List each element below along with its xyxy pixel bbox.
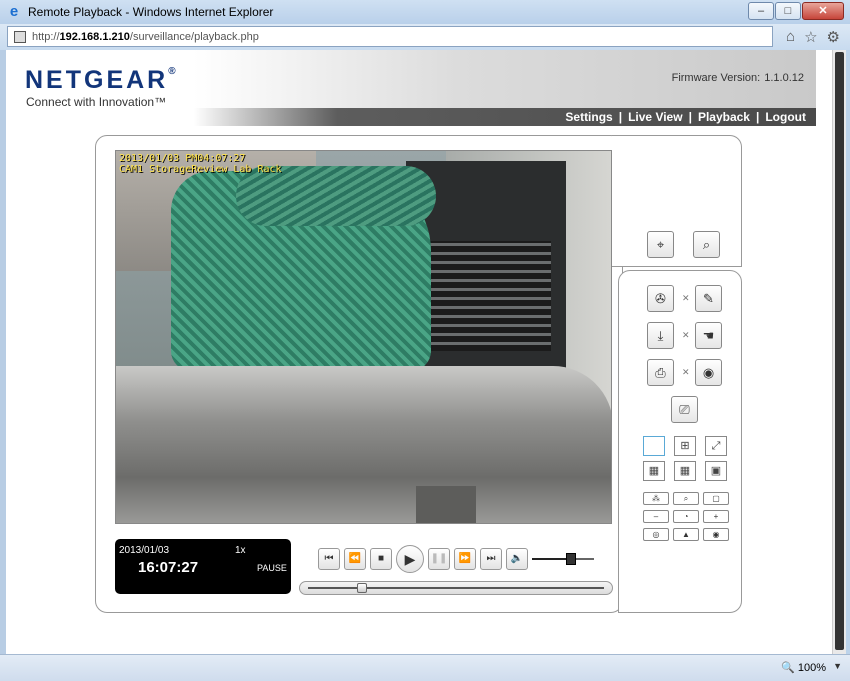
nav-live-view[interactable]: Live View <box>628 110 682 124</box>
playback-controls: ⏮ ⏪ ■ ▶ ❚❚ ⏩ ⏭ 🔈 <box>318 545 528 573</box>
url-path: /surveillance/playback.php <box>129 30 259 43</box>
disc-icon[interactable]: ◉ <box>695 359 722 386</box>
home-icon[interactable]: ⌂ <box>786 28 795 46</box>
focus-far-icon[interactable]: ◉ <box>703 528 729 541</box>
page-content: NETGEAR® Connect with Innovation™ Firmwa… <box>6 50 832 654</box>
download-icon[interactable]: ⤓ <box>647 322 674 349</box>
nav-playback[interactable]: Playback <box>698 110 750 124</box>
side-panel-bottom: ✇ ✕ ✎ ⤓ ✕ ☚ ⎙ ✕ ◉ ⎚ ⊞ ⤢ ▦ ▦ ▣ ⁂ ⌕ ▢ – ◔ … <box>618 270 742 613</box>
plus-icon[interactable]: + <box>703 510 729 523</box>
playback-status: 2013/01/03 1x 16:07:27 PAUSE <box>115 539 291 594</box>
tools-gear-icon[interactable]: ⚙ <box>827 28 840 46</box>
nav-separator: | <box>618 110 623 124</box>
zoom-level[interactable]: 🔍 100% <box>781 661 826 674</box>
volume-speaker-icon[interactable]: 🔈 <box>506 548 528 570</box>
netgear-logo: NETGEAR® <box>25 66 179 95</box>
pause-button[interactable]: ❚❚ <box>428 548 450 570</box>
video-post <box>416 486 476 523</box>
zoom-in-icon[interactable]: ⌕ <box>673 492 699 505</box>
layout-nine-button[interactable]: ▦ <box>643 461 665 481</box>
people-icon[interactable]: ⁂ <box>643 492 669 505</box>
x-mark-icon: ✕ <box>682 330 690 340</box>
status-speed: 1x <box>235 545 246 556</box>
chevron-down-icon[interactable]: ▼ <box>833 661 842 671</box>
status-state: PAUSE <box>257 563 287 573</box>
speed-gauge-icon[interactable]: ◔ <box>673 510 699 523</box>
layout-quad-button[interactable]: ⊞ <box>674 436 696 456</box>
video-frame[interactable]: 2013/01/03 PM04:07:27 CAM1 StorageReview… <box>115 150 612 524</box>
binoculars-icon[interactable]: ⌖ <box>647 231 674 258</box>
favorites-star-icon[interactable]: ☆ <box>804 28 817 46</box>
video-person-arm <box>236 166 436 226</box>
minimize-button[interactable]: – <box>748 2 774 20</box>
wrench-icon[interactable]: ✎ <box>695 285 722 312</box>
side-panel-top: ⌖ ⌕ <box>612 135 742 267</box>
video-foreground-rail <box>116 366 611 523</box>
nav-logout[interactable]: Logout <box>765 110 806 124</box>
focus-near-icon[interactable]: ◎ <box>643 528 669 541</box>
fullscreen-button[interactable]: ⤢ <box>705 436 727 456</box>
firmware-value: 1.1.0.12 <box>764 72 804 84</box>
osd-timestamp: 2013/01/03 PM04:07:27 <box>119 153 246 164</box>
minus-icon[interactable]: – <box>643 510 669 523</box>
x-mark-icon: ✕ <box>682 293 690 303</box>
page-icon <box>14 30 26 43</box>
player-panel: 2013/01/03 PM04:07:27 CAM1 StorageReview… <box>95 135 623 613</box>
last-frame-button[interactable]: ⏭ <box>480 548 502 570</box>
nav-separator: | <box>688 110 692 124</box>
home-position-icon[interactable]: ▲ <box>673 528 699 541</box>
firmware-version: Firmware Version: 1.1.0.12 <box>668 72 804 84</box>
snapshot-icon[interactable]: ▢ <box>703 492 729 505</box>
video-osd: 2013/01/03 PM04:07:27 CAM1 StorageReview… <box>119 153 282 175</box>
url-host: 192.168.1.210 <box>59 30 130 43</box>
first-frame-button[interactable]: ⏮ <box>318 548 340 570</box>
seek-bar[interactable] <box>299 581 613 595</box>
step-forward-button[interactable]: ⏩ <box>454 548 476 570</box>
window-title: Remote Playback - Windows Internet Explo… <box>28 5 274 19</box>
internet-explorer-icon: e <box>9 3 19 20</box>
osd-camera-name: CAM1 StorageReview Lab Rack <box>119 164 282 175</box>
status-date: 2013/01/03 <box>119 545 170 556</box>
stop-button[interactable]: ■ <box>370 548 392 570</box>
nav-separator: | <box>755 110 760 124</box>
logo-registered-mark: ® <box>168 66 179 77</box>
browser-icons: ⌂ ☆ ⚙ <box>786 28 840 46</box>
seek-knob[interactable] <box>357 583 367 593</box>
volume-knob[interactable] <box>566 553 576 565</box>
url-input[interactable]: http:// 192.168.1.210 /surveillance/play… <box>7 26 773 47</box>
video-drive-bays <box>421 241 551 351</box>
nav-settings[interactable]: Settings <box>565 110 612 124</box>
tagline: Connect with Innovation™ <box>26 95 167 109</box>
x-mark-icon: ✕ <box>682 367 690 377</box>
print-icon[interactable]: ⎚ <box>671 396 698 423</box>
hand-icon[interactable]: ☚ <box>695 322 722 349</box>
url-prefix: http:// <box>32 30 60 43</box>
layout-pip-button[interactable]: ▣ <box>705 461 727 481</box>
play-button[interactable]: ▶ <box>396 545 424 573</box>
layout-sixteen-button[interactable]: ▦ <box>674 461 696 481</box>
close-button[interactable]: ✕ <box>802 2 844 20</box>
film-reel-icon[interactable]: ✇ <box>647 285 674 312</box>
layout-single-button[interactable] <box>643 436 665 456</box>
export-icon[interactable]: ⎙ <box>647 359 674 386</box>
seek-track-line <box>308 587 604 589</box>
scrollbar-thumb[interactable] <box>835 52 844 650</box>
status-time: 16:07:27 <box>138 559 199 576</box>
vertical-scrollbar[interactable] <box>832 50 846 654</box>
window-titlebar: e Remote Playback - Windows Internet Exp… <box>0 0 850 24</box>
browser-statusbar: 🔍 100% ▼ <box>0 654 850 681</box>
address-bar: http:// 192.168.1.210 /surveillance/play… <box>0 24 850 50</box>
window-controls: – □ ✕ <box>748 2 844 20</box>
firmware-label: Firmware Version: <box>671 72 761 84</box>
logo-text: NETGEAR <box>25 66 169 94</box>
step-back-button[interactable]: ⏪ <box>344 548 366 570</box>
volume-fill <box>532 558 566 560</box>
volume-slider[interactable] <box>532 550 594 568</box>
zoom-value: 100% <box>797 662 826 674</box>
maximize-button[interactable]: □ <box>775 2 801 20</box>
magnify-icon[interactable]: ⌕ <box>693 231 720 258</box>
top-nav: Settings | Live View | Playback | Logout <box>18 108 816 126</box>
